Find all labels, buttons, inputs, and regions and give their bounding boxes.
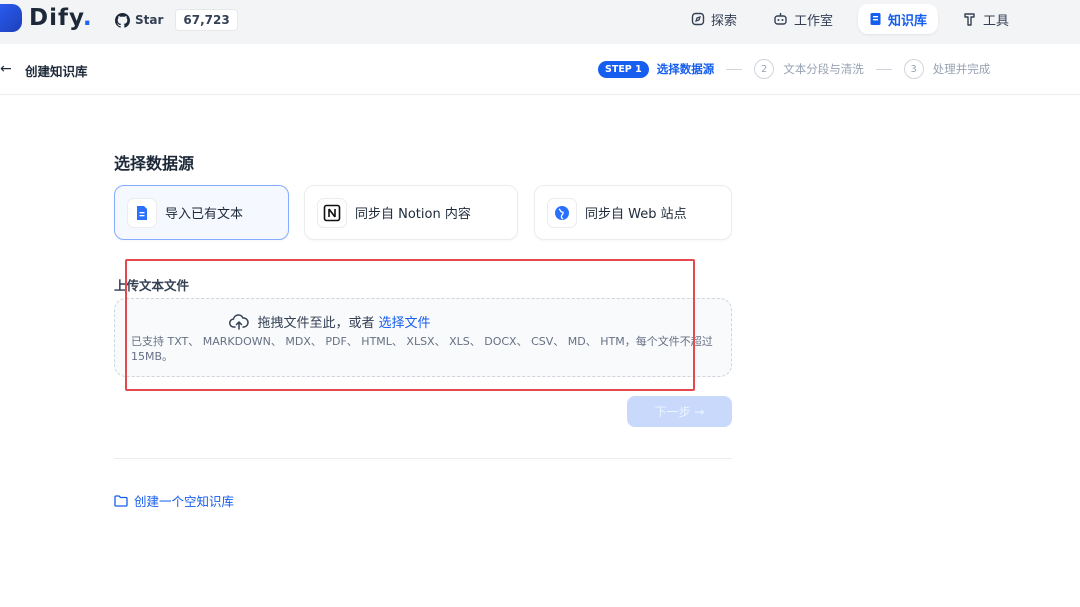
page-title: 创建知识库 — [25, 64, 88, 79]
compass-icon — [691, 12, 705, 26]
step-3-label: 处理并完成 — [932, 62, 991, 76]
nav-studio[interactable]: 工作室 — [762, 4, 844, 34]
nav-explore[interactable]: 探索 — [680, 4, 748, 34]
file-text-icon — [127, 197, 157, 228]
step-separator — [875, 68, 892, 70]
datasource-title: 选择数据源 — [114, 154, 195, 173]
globe-icon — [547, 197, 577, 228]
step-2-label: 文本分段与清洗 — [783, 62, 864, 76]
source-option-notion[interactable]: 同步自 Notion 内容 — [304, 185, 518, 240]
github-icon — [115, 12, 130, 28]
hammer-icon — [964, 13, 975, 26]
section-divider — [114, 458, 732, 459]
notion-icon — [317, 197, 347, 228]
step-2-number: 2 — [754, 59, 775, 79]
main-nav: 探索 工作室 知识库 工具 — [680, 4, 1020, 34]
arrow-left-icon: ← — [0, 61, 12, 77]
logo-mark — [0, 4, 22, 32]
source-option-label: 导入已有文本 — [165, 207, 244, 222]
step-1-badge: STEP 1 — [598, 60, 649, 78]
step-3-number: 3 — [903, 59, 924, 79]
nav-tools[interactable]: 工具 — [952, 4, 1020, 34]
annotation-highlight-box — [125, 259, 695, 391]
logo-text: Dify — [29, 5, 83, 31]
github-star-button[interactable]: Star — [115, 12, 164, 28]
nav-tools-label: 工具 — [982, 13, 1009, 29]
logo-dot: . — [82, 5, 93, 31]
back-button[interactable]: ← — [0, 61, 12, 77]
next-step-button[interactable]: 下一步 → — [627, 396, 732, 427]
stepper: STEP 1 选择数据源 2 文本分段与清洗 3 处理并完成 — [598, 59, 990, 79]
top-navigation-bar: Dify. Star 67,723 探索 工作室 知识库 工具 — [0, 0, 1080, 44]
step-separator — [726, 68, 743, 70]
page-header: ← 创建知识库 STEP 1 选择数据源 2 文本分段与清洗 3 处理并完成 — [0, 44, 1080, 95]
source-option-label: 同步自 Notion 内容 — [355, 207, 471, 222]
folder-icon — [114, 494, 128, 507]
github-star-widget[interactable]: Star 67,723 — [115, 8, 238, 32]
github-star-count: 67,723 — [175, 9, 238, 31]
nav-explore-label: 探索 — [710, 13, 737, 29]
nav-knowledge[interactable]: 知识库 — [857, 4, 938, 34]
book-icon — [870, 13, 881, 25]
source-option-web[interactable]: 同步自 Web 站点 — [534, 185, 732, 240]
source-option-import-text[interactable]: 导入已有文本 — [114, 185, 289, 240]
nav-studio-label: 工作室 — [793, 13, 833, 29]
github-star-label: Star — [135, 13, 164, 27]
dify-logo[interactable]: Dify. — [0, 4, 93, 32]
source-option-label: 同步自 Web 站点 — [585, 207, 687, 222]
step-1-label: 选择数据源 — [656, 62, 715, 76]
create-empty-knowledge-label: 创建一个空知识库 — [134, 494, 235, 509]
nav-knowledge-label: 知识库 — [887, 13, 927, 29]
create-empty-knowledge-link[interactable]: 创建一个空知识库 — [114, 491, 234, 510]
robot-icon — [774, 13, 787, 25]
